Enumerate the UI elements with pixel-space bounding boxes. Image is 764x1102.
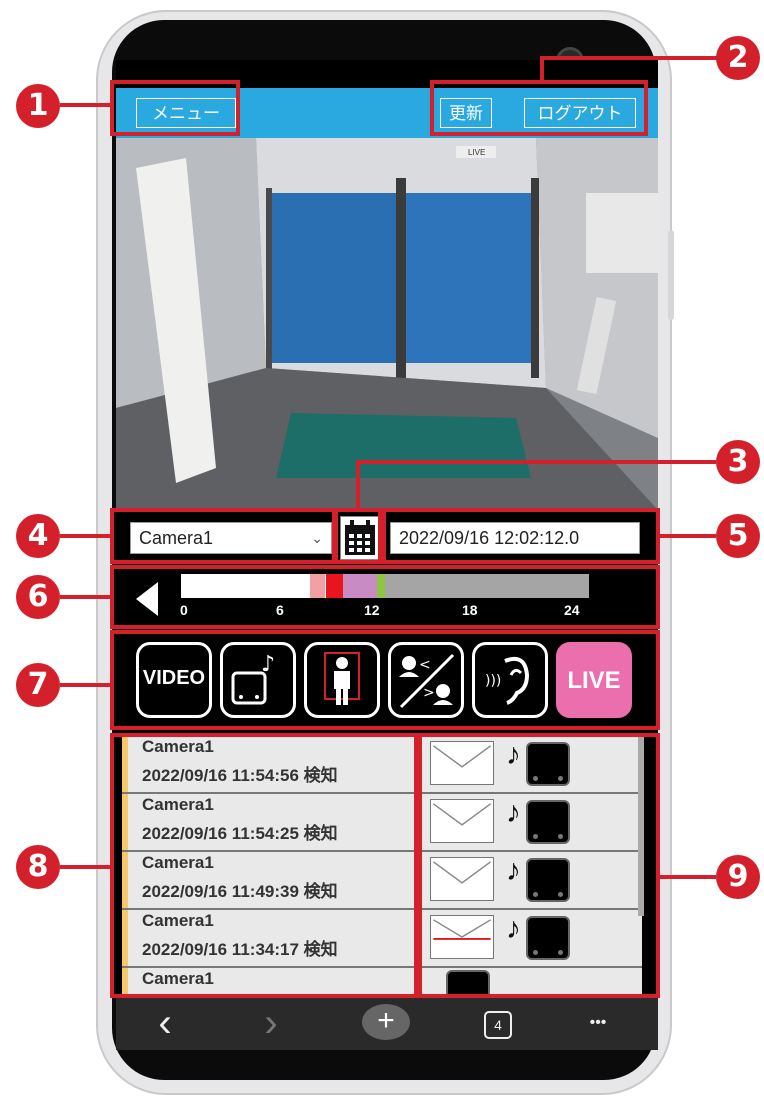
annotation-badge-3: 3 <box>716 440 760 484</box>
annotation-badge-6: 6 <box>16 575 60 619</box>
connector <box>60 683 110 687</box>
annotation-badge-9: 9 <box>716 855 760 899</box>
annotation-box-timeline <box>110 565 660 629</box>
connector <box>60 595 110 599</box>
annotation-box-event-list <box>110 733 418 998</box>
annotation-box-datetime <box>382 508 660 564</box>
volume-button <box>668 230 674 320</box>
add-tab-button[interactable]: + <box>362 1004 410 1040</box>
annotation-box-header-buttons <box>430 80 648 136</box>
camera-scene: LIVE <box>116 138 658 510</box>
connector <box>540 58 544 82</box>
browser-nav-bar: ‹ › + 4 ••• <box>116 998 658 1050</box>
annotation-badge-1: 1 <box>16 84 60 128</box>
camera-tag: LIVE <box>468 148 485 157</box>
annotation-badge-5: 5 <box>716 514 760 558</box>
back-button[interactable]: ‹ <box>150 1003 180 1043</box>
connector <box>60 103 110 107</box>
connector <box>660 534 716 538</box>
connector <box>60 534 110 538</box>
annotation-badge-2: 2 <box>716 36 760 80</box>
annotation-box-mode-icons <box>110 630 660 730</box>
annotation-box-menu <box>110 80 240 136</box>
connector <box>660 875 716 879</box>
annotation-badge-8: 8 <box>16 845 60 889</box>
connector <box>540 56 718 60</box>
annotation-badge-4: 4 <box>16 514 60 558</box>
annotation-box-camera-select <box>110 508 336 564</box>
annotation-badge-7: 7 <box>16 663 60 707</box>
tabs-button[interactable]: 4 <box>484 1011 512 1039</box>
connector <box>356 462 360 510</box>
annotation-box-event-actions <box>418 733 660 998</box>
live-camera-view[interactable]: LIVE <box>116 138 658 510</box>
more-button[interactable]: ••• <box>578 1006 618 1040</box>
annotation-box-calendar <box>334 508 382 564</box>
connector <box>356 460 716 464</box>
forward-button[interactable]: › <box>256 1003 286 1043</box>
connector <box>60 865 110 869</box>
